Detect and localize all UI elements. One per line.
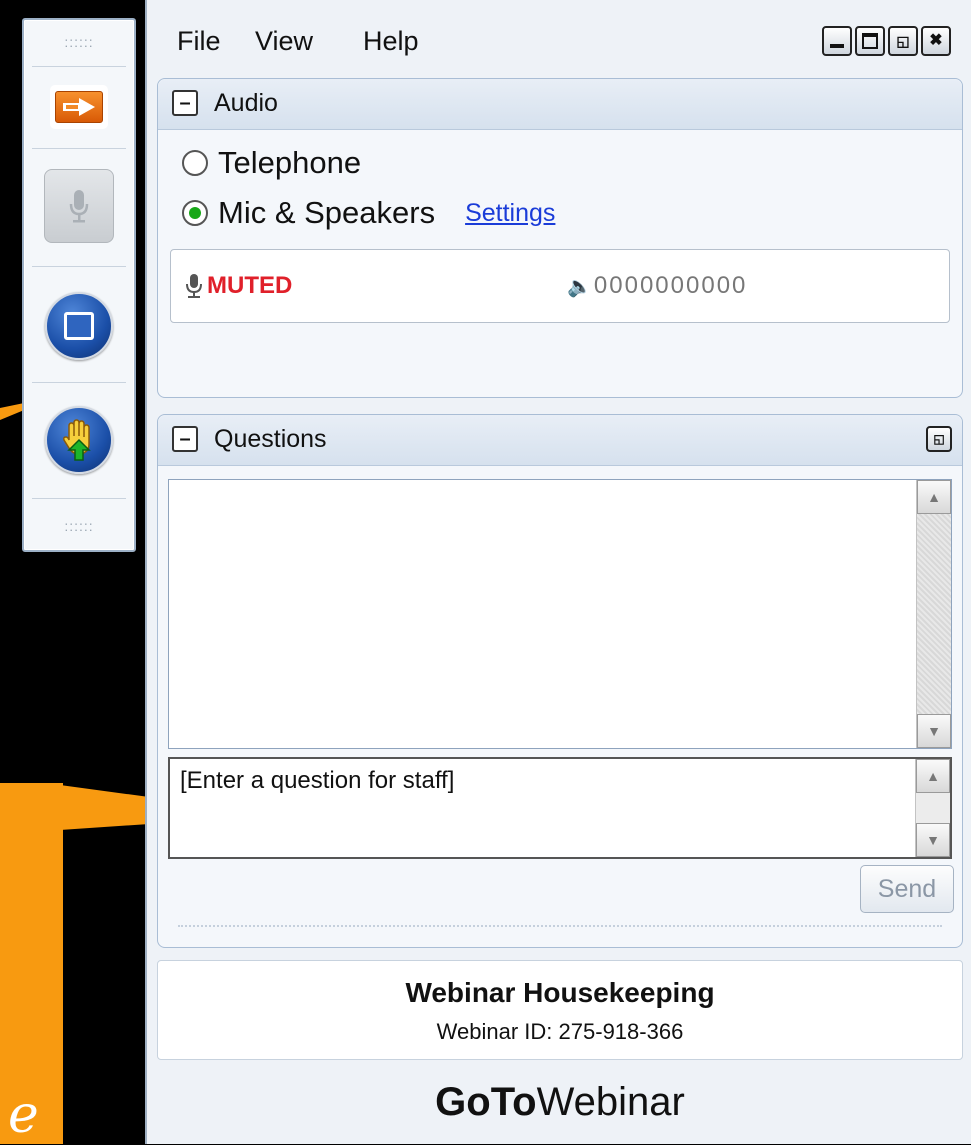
maximize-icon (862, 33, 878, 49)
control-strip: :::::::::::: (22, 18, 136, 552)
volume-level: 0000000000 (593, 272, 748, 299)
questions-popout-button[interactable]: ◱ (926, 426, 952, 452)
close-button[interactable]: ✖ (921, 26, 951, 56)
minimize-icon (830, 44, 844, 48)
settings-link[interactable]: Settings (465, 199, 555, 228)
questions-title: Questions (214, 425, 327, 453)
scroll-down-icon: ▼ (927, 723, 941, 739)
input-scroll-down-button[interactable]: ▼ (916, 823, 950, 857)
questions-log[interactable]: ▲ ▼ (168, 479, 952, 749)
radio-telephone[interactable]: Telephone (182, 145, 361, 181)
minimize-button[interactable] (822, 26, 852, 56)
grip-handle-bottom[interactable]: :::::: (24, 504, 134, 548)
microphone-icon (69, 190, 89, 223)
questions-log-scrollbar[interactable]: ▲ ▼ (916, 480, 951, 748)
show-hide-panel-button[interactable] (50, 85, 108, 129)
raise-hand-icon (63, 419, 91, 461)
webinar-id: Webinar ID: 275-918-366 (436, 1019, 684, 1044)
logo-regular-part: Webinar (536, 1080, 685, 1124)
radio-mic-speakers-circle[interactable] (182, 200, 208, 226)
send-button[interactable]: Send (860, 865, 954, 913)
audio-title: Audio (214, 89, 278, 117)
questions-section: – Questions ◱ ▲ ▼ [Enter a question for … (157, 414, 963, 948)
raise-hand-button[interactable] (45, 406, 113, 474)
input-scroll-up-button[interactable]: ▲ (916, 759, 950, 793)
scroll-down-icon: ▼ (926, 832, 940, 848)
speaker-icon: 🔈 (567, 275, 592, 298)
screen-share-icon (64, 312, 94, 340)
question-input[interactable]: [Enter a question for staff] ▲ ▼ (168, 757, 952, 859)
maximize-button[interactable] (855, 26, 885, 56)
menu-file[interactable]: File (177, 26, 221, 57)
volume-meter: 🔈 0000000000 (567, 272, 747, 300)
webinar-info-box: Webinar Housekeeping Webinar ID: 275-918… (157, 960, 963, 1060)
menu-view[interactable]: View (255, 26, 313, 57)
radio-mic-speakers[interactable]: Mic & Speakers Settings (182, 195, 555, 231)
menu-help[interactable]: Help (363, 26, 419, 57)
radio-telephone-label: Telephone (218, 145, 362, 180)
questions-collapse-button[interactable]: – (172, 426, 198, 452)
radio-mic-speakers-label: Mic & Speakers (218, 195, 436, 230)
audio-collapse-button[interactable]: – (172, 90, 198, 116)
audio-header: – Audio (158, 79, 962, 130)
questions-header: – Questions ◱ (158, 415, 962, 466)
webinar-control-panel: File View Help ◱ ✖ – Audio Telephone Mic… (145, 0, 971, 1144)
callout-text: e (8, 1085, 39, 1145)
screen-share-button[interactable] (45, 292, 113, 360)
scroll-down-button[interactable]: ▼ (917, 714, 951, 748)
audio-section: – Audio Telephone Mic & Speakers Setting… (157, 78, 963, 398)
muted-label: MUTED (207, 272, 293, 299)
microphone-icon (186, 274, 202, 298)
webinar-title: Webinar Housekeeping (405, 977, 715, 1008)
close-icon: ✖ (929, 32, 943, 49)
radio-telephone-circle[interactable] (182, 150, 208, 176)
logo-bold-part: GoTo (435, 1080, 537, 1124)
popout-icon: ◱ (933, 432, 945, 446)
restore-icon: ◱ (896, 33, 910, 49)
muted-indicator: MUTED (185, 272, 292, 300)
grip-handle-top[interactable]: :::::: (24, 20, 134, 64)
restore-button[interactable]: ◱ (888, 26, 918, 56)
microphone-button[interactable] (44, 169, 114, 243)
question-input-placeholder: [Enter a question for staff] (180, 767, 455, 794)
audio-status-box: MUTED 🔈 0000000000 (170, 249, 950, 323)
menu-bar: File View Help ◱ ✖ (147, 0, 971, 80)
scroll-up-icon: ▲ (926, 768, 940, 784)
gotowebinar-logo: GoToWebinar (147, 1080, 971, 1125)
scroll-up-button[interactable]: ▲ (917, 480, 951, 514)
question-input-scrollbar[interactable]: ▲ ▼ (915, 759, 950, 857)
window-buttons: ◱ ✖ (822, 26, 951, 56)
arrow-right-icon (63, 98, 95, 116)
section-divider (178, 925, 942, 927)
scroll-up-icon: ▲ (927, 489, 941, 505)
